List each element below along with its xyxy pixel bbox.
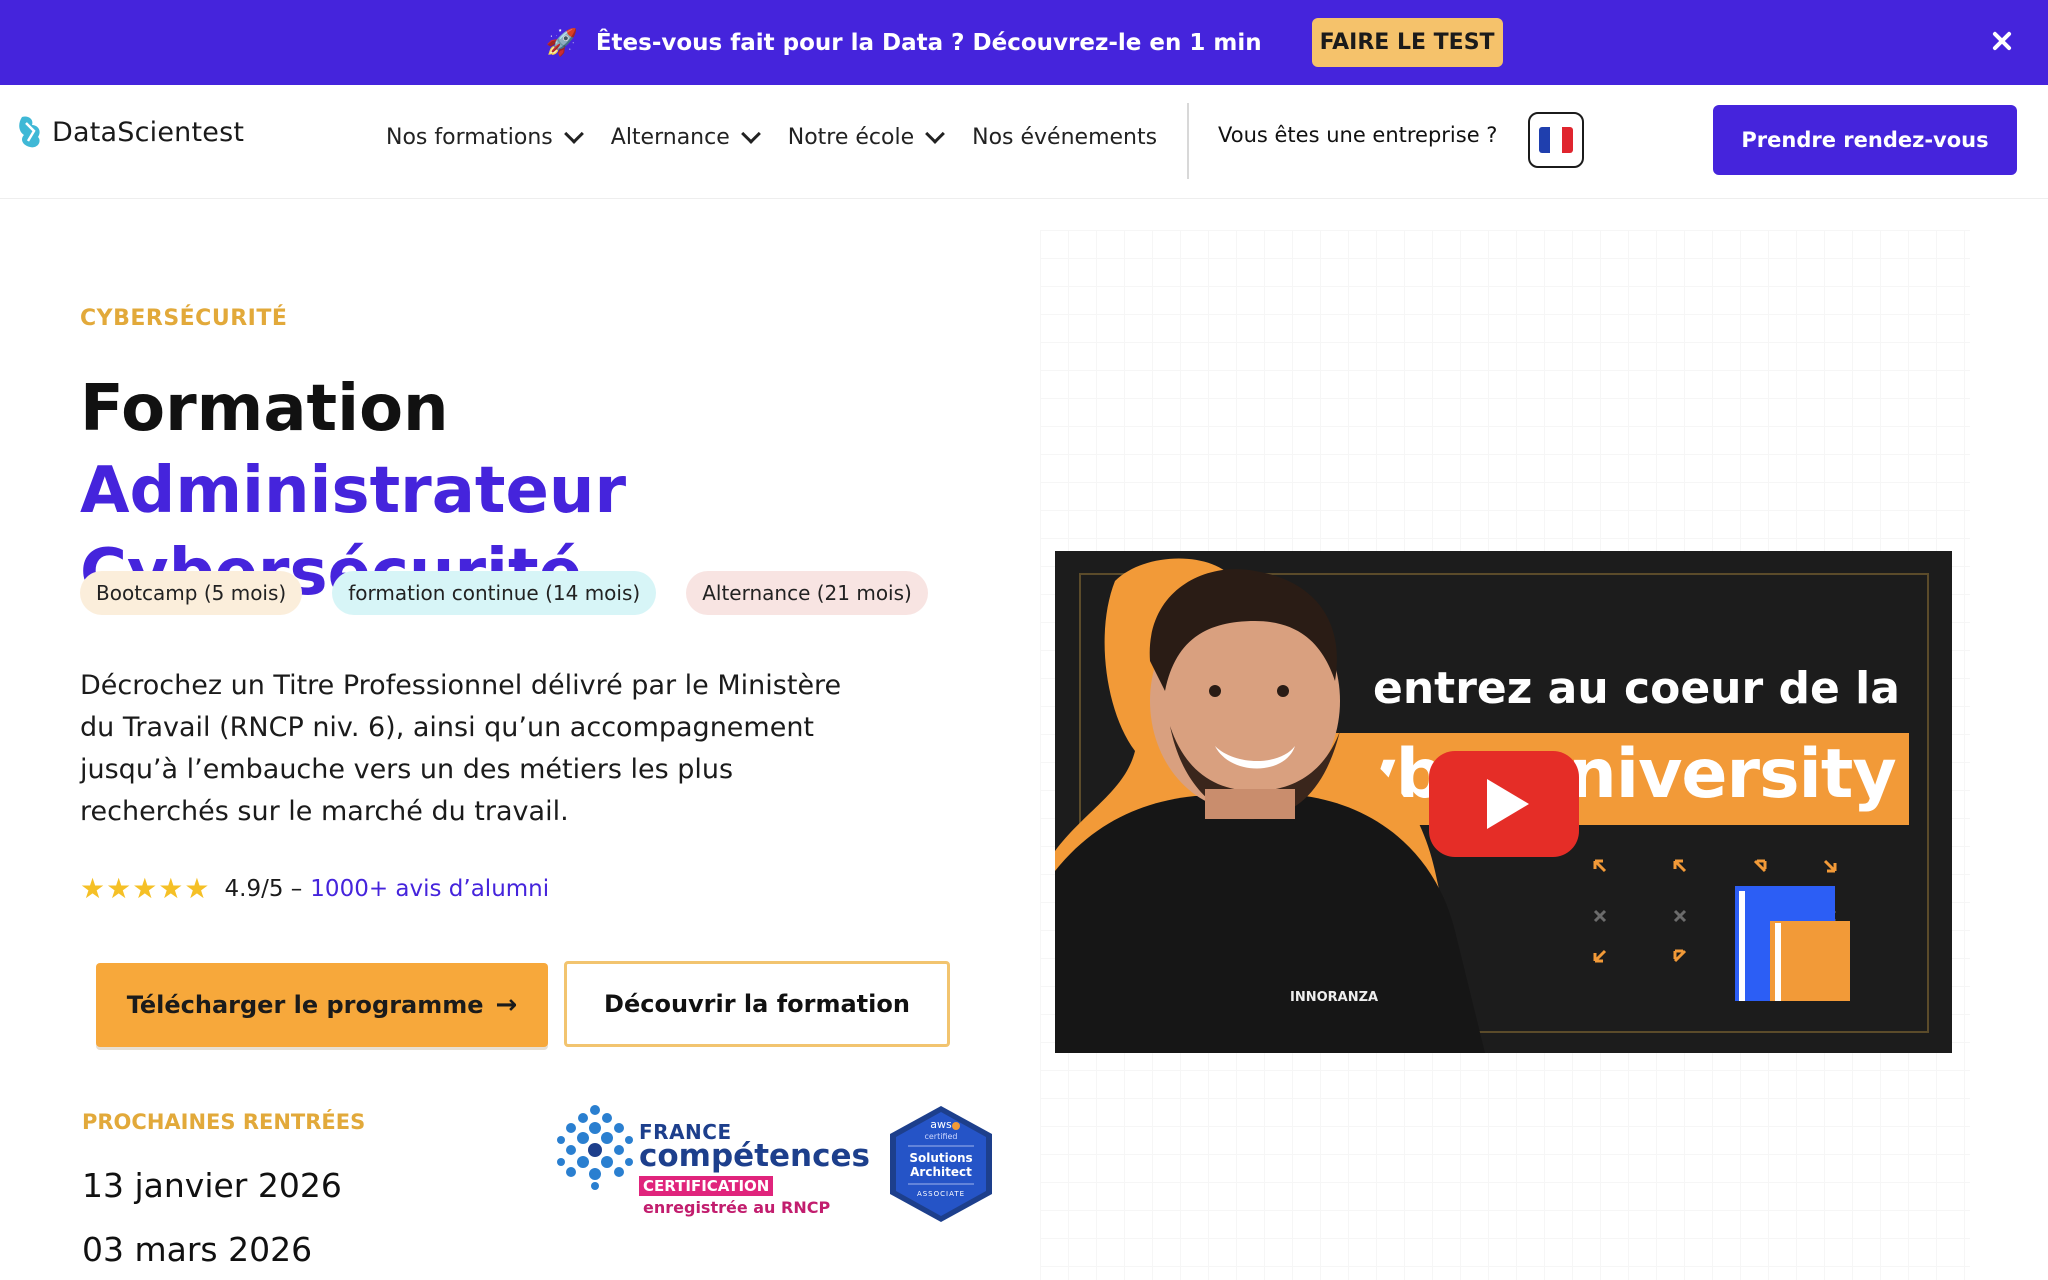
rating-score: 4.9/5 – bbox=[224, 875, 303, 902]
youtube-play-icon[interactable] bbox=[1429, 751, 1579, 857]
reviews-link[interactable]: 1000+ avis d’alumni bbox=[310, 876, 549, 902]
rocket-icon: 🚀 bbox=[545, 27, 578, 58]
rating: ★★★★★ 4.9/5 – 1000+ avis d’alumni bbox=[80, 872, 549, 905]
nav-label: Nos événements bbox=[972, 125, 1158, 150]
arrow-right-icon: → bbox=[495, 990, 518, 1020]
language-selector[interactable] bbox=[1528, 112, 1584, 168]
star-rating-icon: ★★★★★ bbox=[80, 872, 211, 905]
main-nav: Nos formations Alternance Notre école No… bbox=[386, 123, 1157, 150]
france-competences-dots-icon bbox=[557, 1105, 633, 1190]
category-eyebrow: CYBERSÉCURITÉ bbox=[80, 306, 288, 331]
aws-line1: aws bbox=[930, 1118, 952, 1131]
take-test-button[interactable]: FAIRE LE TEST bbox=[1311, 18, 1503, 67]
title-plain: Formation bbox=[80, 372, 449, 446]
promo-message: Êtes-vous fait pour la Data ? Découvrez-… bbox=[595, 29, 1262, 56]
nav-item-alternance[interactable]: Alternance bbox=[610, 123, 761, 150]
shirt-text: INNORANZA bbox=[1290, 990, 1378, 1005]
aws-line5: ASSOCIATE bbox=[917, 1190, 965, 1198]
close-icon[interactable] bbox=[1984, 24, 2018, 58]
title-accent-1: Administrateur bbox=[80, 454, 627, 528]
start-date: 13 janvier 2026 bbox=[82, 1166, 342, 1205]
hero-description: Décrochez un Titre Professionnel délivré… bbox=[80, 670, 842, 827]
logo-icon bbox=[19, 116, 40, 148]
france-flag-icon bbox=[1539, 127, 1573, 153]
aws-line3: Solutions bbox=[909, 1151, 972, 1165]
fc-line2: compétences bbox=[639, 1138, 870, 1174]
discover-training-button[interactable]: Découvrir la formation bbox=[564, 961, 950, 1047]
france-competences-logo: FRANCE compétences CERTIFICATION enregis… bbox=[555, 1102, 870, 1222]
tag-bootcamp: Bootcamp (5 mois) bbox=[80, 571, 303, 615]
nav-label: Alternance bbox=[610, 125, 730, 150]
fc-line3: CERTIFICATION bbox=[639, 1176, 774, 1196]
chevron-down-icon bbox=[740, 123, 761, 144]
download-program-button[interactable]: Télécharger le programme → bbox=[96, 963, 548, 1047]
fc-line4: enregistrée au RNCP bbox=[643, 1198, 831, 1217]
book-appointment-button[interactable]: Prendre rendez-vous bbox=[1713, 105, 2017, 175]
nav-item-formations[interactable]: Nos formations bbox=[386, 123, 584, 150]
promo-banner: 🚀 Êtes-vous fait pour la Data ? Découvre… bbox=[0, 0, 2048, 85]
start-date: 03 mars 2026 bbox=[82, 1230, 313, 1269]
aws-line4: Architect bbox=[910, 1165, 972, 1179]
video-embed[interactable]: entrez au coeur de la cyberuniversity IN… bbox=[1055, 551, 1952, 1053]
aws-certified-badge: aws certified Solutions Architect ASSOCI… bbox=[890, 1106, 992, 1222]
logo-text: DataScientest bbox=[52, 116, 245, 148]
chevron-down-icon bbox=[563, 123, 584, 144]
enterprise-link[interactable]: Vous êtes une entreprise ? bbox=[1218, 123, 1497, 147]
next-starts-label: PROCHAINES RENTRÉES bbox=[82, 1110, 366, 1134]
format-tags: Bootcamp (5 mois) formation continue (14… bbox=[80, 571, 928, 615]
nav-divider bbox=[1187, 103, 1189, 179]
tag-continuous: formation continue (14 mois) bbox=[332, 571, 657, 615]
download-label: Télécharger le programme bbox=[126, 991, 484, 1019]
aws-line2: certified bbox=[924, 1132, 957, 1141]
decorative-arrows-icon bbox=[1593, 859, 1850, 1001]
nav-label: Notre école bbox=[787, 125, 915, 150]
nav-item-evenements[interactable]: Nos événements bbox=[972, 125, 1157, 150]
chevron-down-icon bbox=[925, 123, 946, 144]
nav-label: Nos formations bbox=[386, 125, 553, 150]
site-header: DataScientest Nos formations Alternance … bbox=[0, 85, 2048, 199]
tag-alternance: Alternance (21 mois) bbox=[686, 571, 928, 615]
nav-item-ecole[interactable]: Notre école bbox=[787, 123, 946, 150]
logo[interactable]: DataScientest bbox=[16, 113, 244, 151]
